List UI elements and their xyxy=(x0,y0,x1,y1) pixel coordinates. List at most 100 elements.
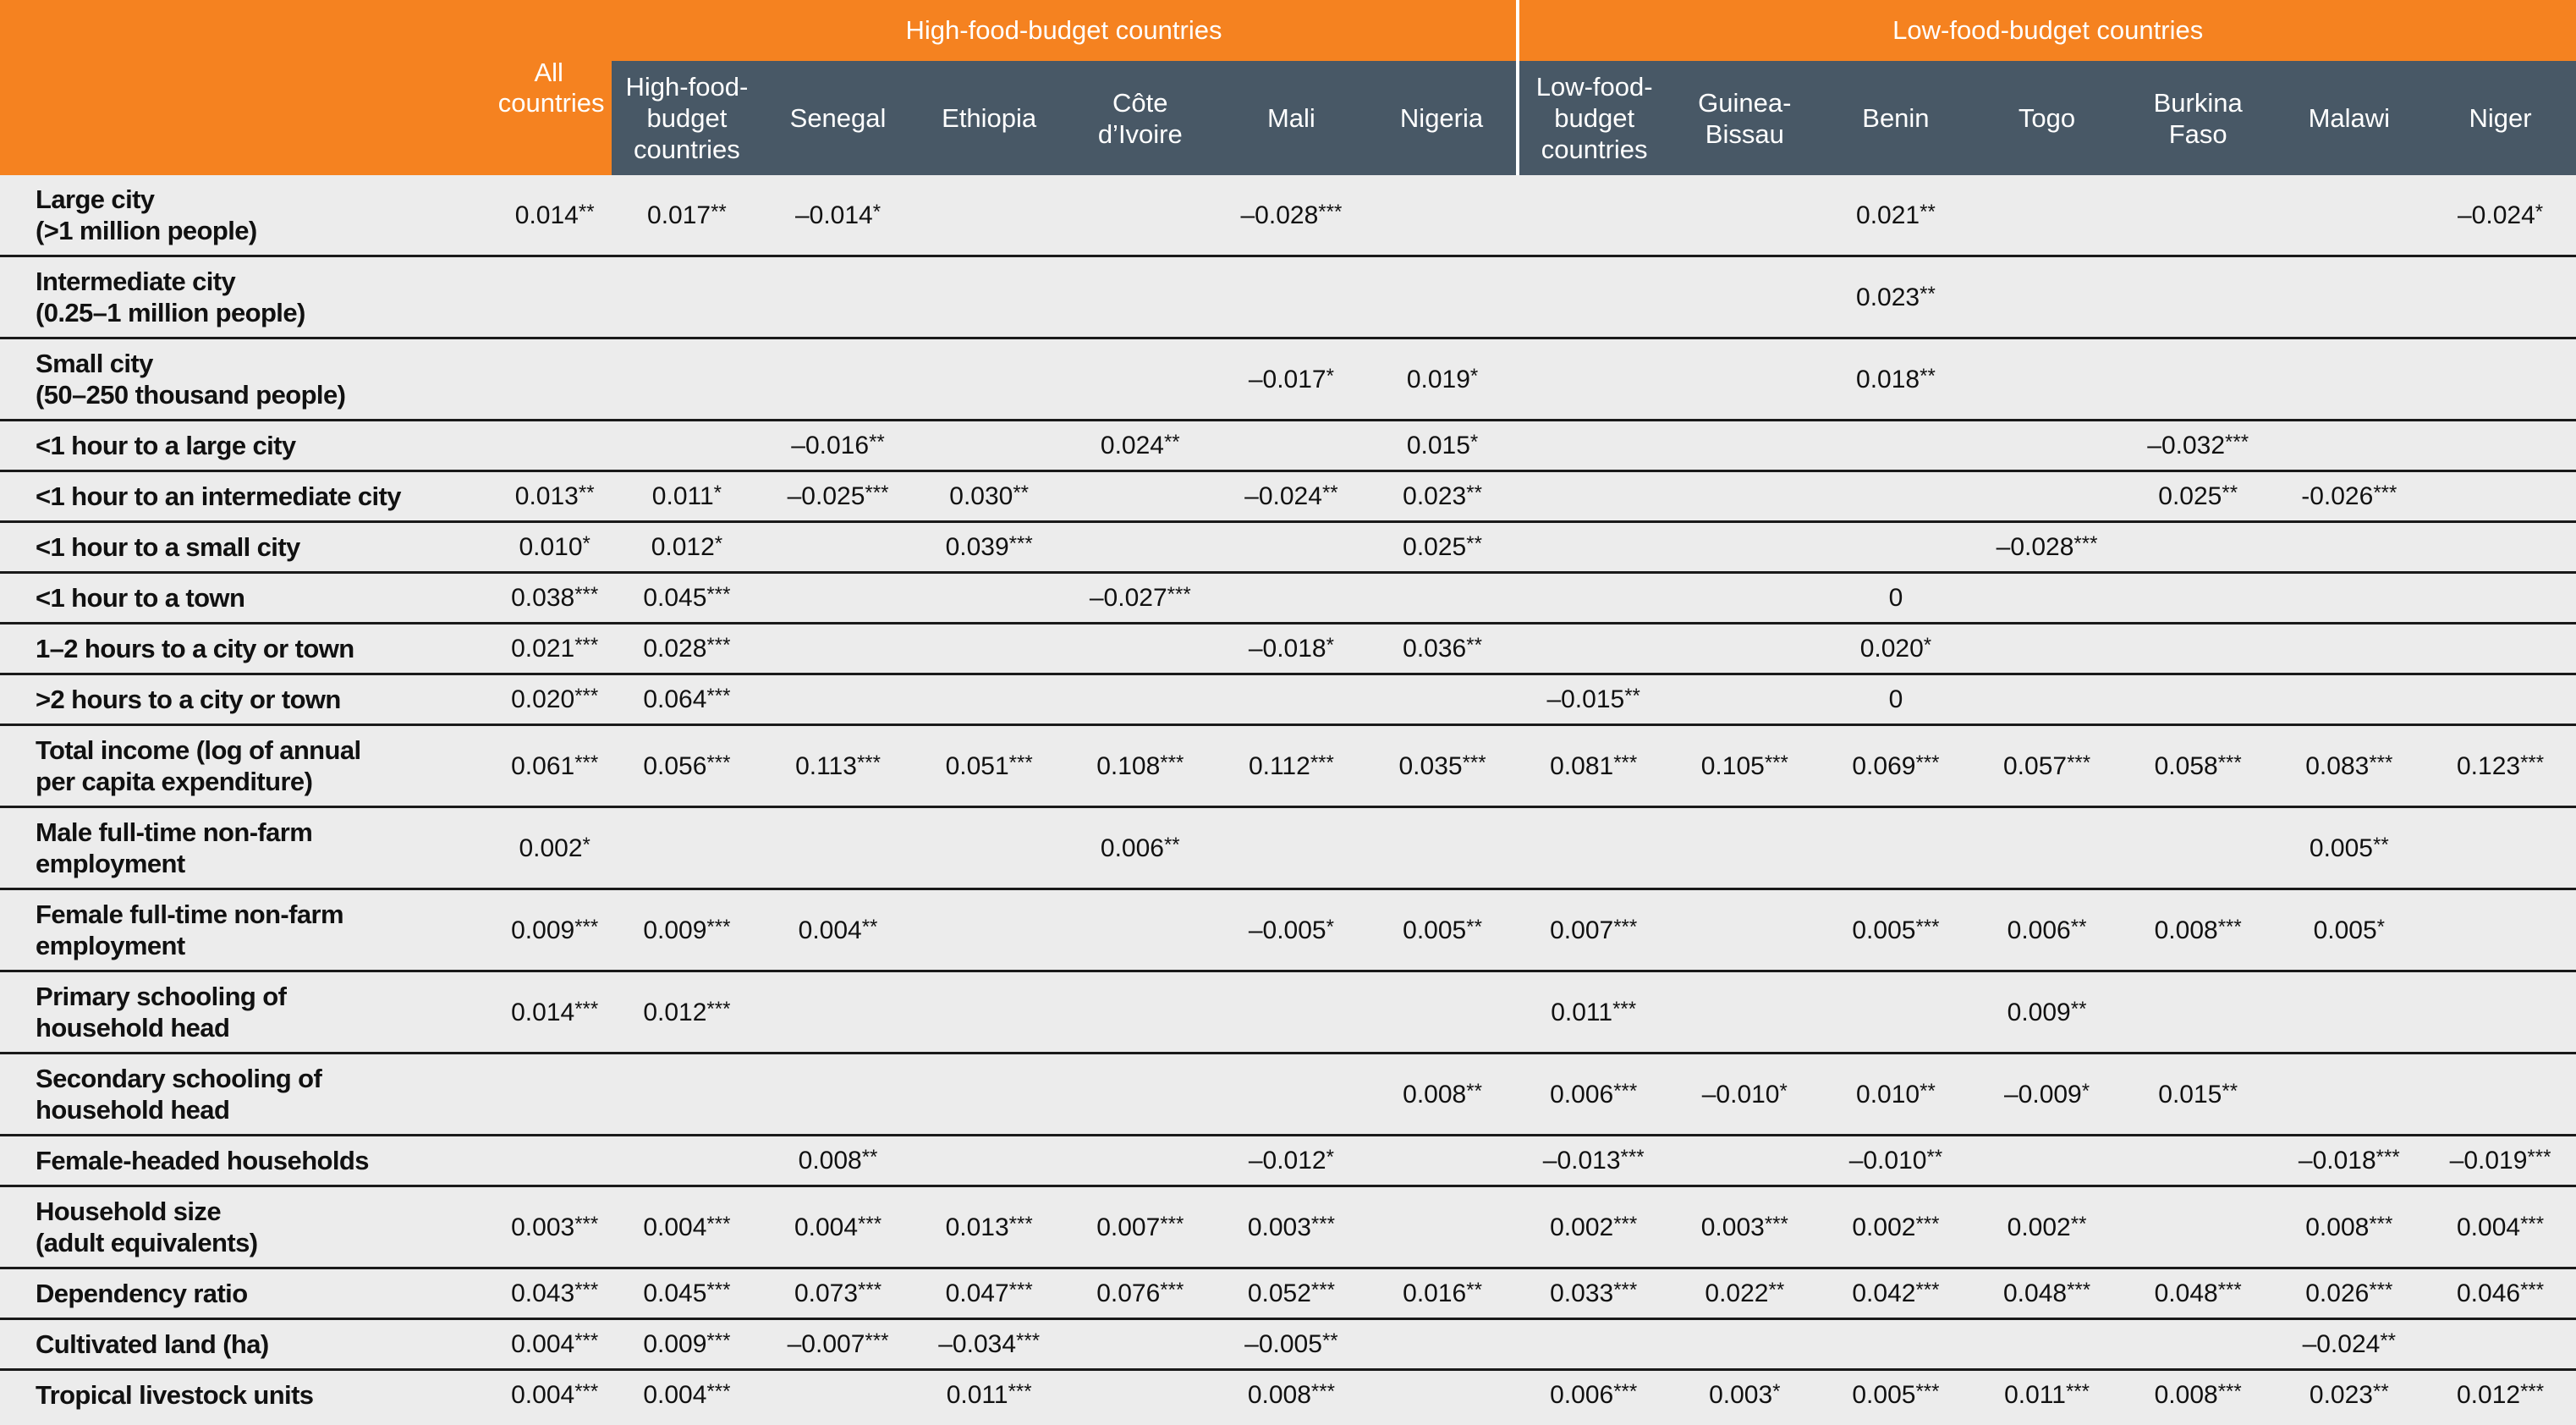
table-cell xyxy=(1668,970,1821,1054)
significance-stars: *** xyxy=(706,751,731,774)
coefficient-value: 0.007 xyxy=(1550,916,1614,944)
significance-stars: ** xyxy=(1466,481,1482,504)
table-cell xyxy=(2122,255,2274,338)
table-cell: 0.038*** xyxy=(497,571,612,624)
significance-stars: ** xyxy=(2372,1380,2389,1403)
significance-stars: *** xyxy=(1613,1212,1638,1235)
column-header-senegal: Senegal xyxy=(762,61,914,175)
row-label: Total income (log of annual per capita ex… xyxy=(0,724,498,807)
significance-stars: *** xyxy=(2065,1380,2090,1403)
coefficient-value: 0.017 xyxy=(647,201,711,229)
row-label-line: <1 hour to a large city xyxy=(36,431,296,460)
significance-stars: *** xyxy=(2369,1279,2393,1301)
table-cell xyxy=(2425,419,2576,471)
table-cell: –0.024** xyxy=(1216,470,1367,522)
coefficient-value: 0.002 xyxy=(519,834,583,862)
table-cell: 0.015** xyxy=(2122,1052,2274,1136)
table-cell: 0.048*** xyxy=(2122,1267,2274,1319)
table-cell xyxy=(1971,806,2123,889)
table-cell: 0.113*** xyxy=(762,724,914,807)
coefficient-value: –0.018 xyxy=(1248,635,1326,663)
table-cell xyxy=(2273,419,2425,471)
significance-stars: *** xyxy=(1008,751,1033,774)
row-label-line: Female full-time non-farm xyxy=(36,900,344,929)
column-header-benin: Benin xyxy=(1820,61,1972,175)
column-header-line: Malawi xyxy=(2308,103,2391,133)
coefficient-value: –0.024 xyxy=(2302,1330,2381,1358)
table-cell xyxy=(1064,1368,1217,1419)
table-cell: 0.004*** xyxy=(2425,1185,2576,1268)
table-cell: 0.005*** xyxy=(1820,888,1972,971)
table-cell xyxy=(1820,520,1972,573)
table-body: Large city (>1 million people) 0.014** 0.01… xyxy=(0,175,2576,1419)
significance-stars: ** xyxy=(578,200,595,223)
table-cell: –0.005** xyxy=(1216,1318,1367,1370)
table-cell: 0.026*** xyxy=(2273,1267,2425,1319)
column-header-high-food-budget-countries: High-food-budget countries xyxy=(611,61,763,175)
significance-stars: *** xyxy=(2217,915,2242,938)
table-cell xyxy=(762,622,914,674)
significance-stars: *** xyxy=(2369,751,2393,774)
coefficient-value: 0.015 xyxy=(1406,432,1470,459)
table-cell: –0.027*** xyxy=(1064,571,1217,624)
table-cell xyxy=(762,255,914,338)
table-cell xyxy=(2122,622,2274,674)
significance-stars: * xyxy=(872,200,882,223)
table-cell: 0.083*** xyxy=(2273,724,2425,807)
significance-stars: *** xyxy=(706,1279,731,1301)
significance-stars: *** xyxy=(2067,1279,2091,1301)
table-cell: 0.011*** xyxy=(1971,1368,2123,1419)
column-header-line: Low-food- xyxy=(1535,72,1653,102)
column-header-burkina-faso: Burkina Faso xyxy=(2122,61,2274,175)
table-cell xyxy=(1064,1318,1217,1370)
table-cell xyxy=(1518,1318,1669,1370)
table-cell: 0.045*** xyxy=(611,1267,763,1319)
significance-stars: * xyxy=(2535,200,2544,223)
header-corner xyxy=(0,0,498,175)
coefficient-value: 0.064 xyxy=(643,685,707,713)
significance-stars: *** xyxy=(574,634,599,657)
row-label: Female full-time non-farm employment xyxy=(0,888,498,971)
significance-stars: *** xyxy=(574,583,599,606)
table-cell: 0.076*** xyxy=(1064,1267,1217,1319)
table-cell: –0.034*** xyxy=(913,1318,1065,1370)
table-cell xyxy=(2273,337,2425,421)
significance-stars: *** xyxy=(2073,532,2098,555)
coefficient-value: 0.006 xyxy=(1550,1381,1614,1409)
table-cell: 0.006** xyxy=(1064,806,1217,889)
table-cell: 0.069*** xyxy=(1820,724,1972,807)
significance-stars: ** xyxy=(2372,833,2389,856)
table-cell xyxy=(2122,1134,2274,1186)
table-cell xyxy=(1216,806,1367,889)
table-cell xyxy=(1518,175,1669,256)
significance-stars: * xyxy=(582,532,590,555)
coefficient-value: –0.028 xyxy=(1996,533,2074,561)
table-cell xyxy=(2122,673,2274,725)
table-row: <1 hour to an intermediate city 0.013** 0.… xyxy=(0,470,2576,522)
table-cell xyxy=(2273,255,2425,338)
table-cell: 0.004*** xyxy=(497,1368,612,1419)
table-cell: 0.002* xyxy=(497,806,612,889)
significance-stars: *** xyxy=(1915,1380,1940,1403)
table-cell: –0.028*** xyxy=(1971,520,2123,573)
table-cell xyxy=(1064,337,1217,421)
table-cell xyxy=(2273,175,2425,256)
significance-stars: ** xyxy=(1926,1146,1943,1169)
significance-stars: *** xyxy=(865,1329,889,1352)
coefficient-value: 0.007 xyxy=(1096,1213,1161,1241)
table-cell xyxy=(1971,1318,2123,1370)
row-label-line: Household size xyxy=(36,1197,222,1226)
table-cell xyxy=(913,1134,1065,1186)
table-cell xyxy=(2425,806,2576,889)
table-cell xyxy=(1216,673,1367,725)
row-label: Secondary schooling of household head xyxy=(0,1052,498,1136)
significance-stars: *** xyxy=(1310,1279,1335,1301)
table-cell: 0.004*** xyxy=(762,1185,914,1268)
table-cell: 0.008** xyxy=(762,1134,914,1186)
significance-stars: * xyxy=(1326,364,1334,388)
table-row: Cultivated land (ha) 0.004*** 0.009*** –0.0… xyxy=(0,1318,2576,1370)
header-group-high-food-budget: High-food-budget countries xyxy=(611,0,1520,61)
coefficient-value: 0.056 xyxy=(643,751,707,780)
significance-stars: * xyxy=(714,532,723,555)
significance-stars: *** xyxy=(1160,1212,1184,1235)
